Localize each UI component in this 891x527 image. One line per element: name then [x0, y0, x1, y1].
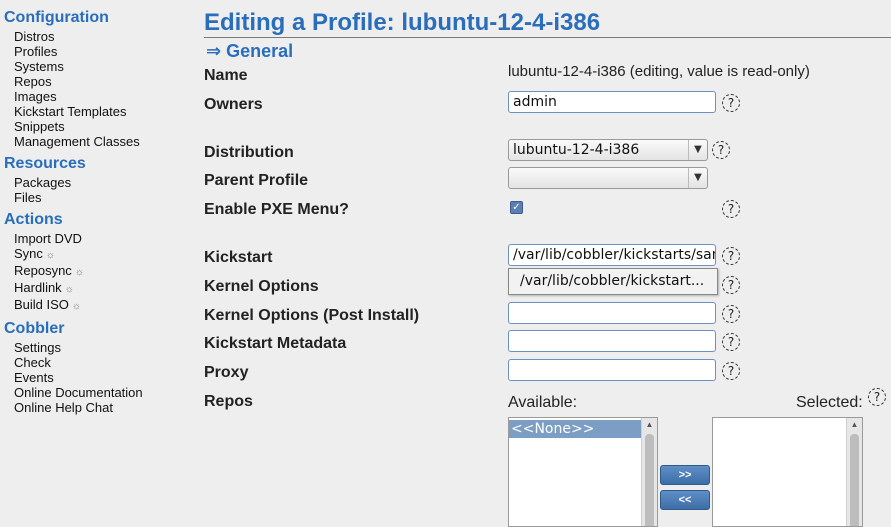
sidebar-section-configuration: Configuration Distros Profiles Systems R… — [4, 8, 194, 149]
kickstart-input[interactable]: /var/lib/cobbler/kickstarts/sample.seed — [508, 244, 716, 266]
name-label: Name — [204, 67, 248, 84]
repos-label: Repos — [204, 393, 253, 410]
gear-icon: ☼ — [64, 284, 74, 295]
help-icon[interactable]: ? — [722, 94, 740, 112]
dropdown-arrow-icon: ▼ — [688, 140, 707, 160]
help-icon[interactable]: ? — [722, 200, 740, 218]
help-icon[interactable]: ? — [722, 362, 740, 380]
sidebar-link-online-help-chat[interactable]: Online Help Chat — [14, 400, 194, 415]
sidebar-section-cobbler: Cobbler Settings Check Events Online Doc… — [4, 319, 194, 415]
sidebar-heading: Actions — [4, 211, 63, 228]
sidebar-link-import-dvd[interactable]: Import DVD — [14, 231, 194, 246]
help-icon[interactable]: ? — [722, 276, 740, 294]
sidebar-link-settings[interactable]: Settings — [14, 340, 194, 355]
kernel-options-label: Kernel Options — [204, 278, 319, 295]
gear-icon: ☼ — [45, 250, 56, 261]
sidebar-heading: Resources — [4, 155, 86, 172]
parent-profile-label: Parent Profile — [204, 172, 309, 189]
help-icon[interactable]: ? — [722, 305, 740, 323]
enable-pxe-checkbox[interactable]: ✓ — [510, 201, 523, 214]
sidebar-link-check[interactable]: Check — [14, 355, 194, 370]
proxy-label: Proxy — [204, 364, 249, 381]
scroll-up-icon[interactable]: ▲ — [642, 418, 657, 432]
sidebar-link-events[interactable]: Events — [14, 370, 194, 385]
sidebar-link-images[interactable]: Images — [14, 89, 194, 104]
sidebar-link-systems[interactable]: Systems — [14, 59, 194, 74]
section-toggle-general[interactable]: ⇒ General — [206, 40, 293, 62]
sidebar-link-sync[interactable]: Sync — [14, 246, 43, 261]
sidebar-item-sync: Sync ☼ — [14, 246, 194, 263]
kickstart-tooltip: /var/lib/cobbler/kickstart... — [508, 268, 718, 295]
list-option[interactable]: <<None>> — [509, 420, 641, 438]
scrollbar[interactable]: ▲ — [641, 418, 657, 526]
sidebar-item-reposync: Reposync ☼ — [14, 263, 194, 280]
sidebar-section-resources: Resources Packages Files — [4, 154, 194, 205]
help-icon[interactable]: ? — [722, 247, 740, 265]
sidebar-item-build-iso: Build ISO ☼ — [14, 297, 194, 314]
name-value: lubuntu-12-4-i386 (editing, value is rea… — [508, 63, 810, 80]
scrollbar-thumb[interactable] — [850, 434, 859, 526]
sidebar-link-build-iso[interactable]: Build ISO — [14, 297, 69, 312]
page-title: Editing a Profile: lubuntu-12-4-i386 — [204, 9, 601, 36]
help-icon[interactable]: ? — [868, 388, 886, 406]
distribution-selected-value: lubuntu-12-4-i386 — [513, 142, 640, 158]
main-content: Editing a Profile: lubuntu-12-4-i386 ⇒ G… — [204, 0, 891, 527]
sidebar-link-snippets[interactable]: Snippets — [14, 119, 194, 134]
gear-icon: ☼ — [71, 301, 82, 312]
scrollbar[interactable]: ▲ — [846, 418, 862, 526]
sidebar-item-hardlink: Hardlink ☼ — [14, 280, 194, 297]
distribution-label: Distribution — [204, 144, 294, 161]
available-repos-list[interactable]: <<None>> ▲ — [508, 417, 658, 527]
sidebar-link-packages[interactable]: Packages — [14, 175, 194, 190]
help-icon[interactable]: ? — [712, 141, 730, 159]
sidebar-link-repos[interactable]: Repos — [14, 74, 194, 89]
sidebar-link-management-classes[interactable]: Management Classes — [14, 134, 194, 149]
sidebar-link-kickstart-templates[interactable]: Kickstart Templates — [14, 104, 194, 119]
scroll-up-icon[interactable]: ▲ — [847, 418, 862, 432]
parent-profile-select[interactable]: ▼ — [508, 167, 708, 189]
kickstart-metadata-label: Kickstart Metadata — [204, 335, 347, 352]
proxy-input[interactable] — [508, 359, 716, 381]
sidebar-link-distros[interactable]: Distros — [14, 29, 194, 44]
sidebar-link-profiles[interactable]: Profiles — [14, 44, 194, 59]
sidebar: Configuration Distros Profiles Systems R… — [4, 8, 194, 420]
selected-label: Selected: — [796, 394, 863, 411]
kernel-options-post-input[interactable] — [508, 302, 716, 324]
scrollbar-thumb[interactable] — [645, 434, 654, 526]
kernel-options-post-label: Kernel Options (Post Install) — [204, 307, 420, 324]
sidebar-heading: Configuration — [4, 9, 109, 26]
owners-input[interactable]: admin — [508, 91, 716, 113]
title-divider — [204, 37, 891, 38]
add-repo-button[interactable]: >> — [660, 465, 710, 485]
help-icon[interactable]: ? — [722, 333, 740, 351]
remove-repo-button[interactable]: << — [660, 490, 710, 510]
sidebar-link-online-documentation[interactable]: Online Documentation — [14, 385, 194, 400]
gear-icon: ☼ — [74, 267, 84, 278]
sidebar-link-files[interactable]: Files — [14, 190, 194, 205]
sidebar-link-hardlink[interactable]: Hardlink — [14, 280, 62, 295]
enable-pxe-label: Enable PXE Menu? — [204, 201, 349, 218]
selected-repos-list[interactable]: ▲ — [712, 417, 863, 527]
owners-label: Owners — [204, 96, 263, 113]
distribution-select[interactable]: lubuntu-12-4-i386 ▼ — [508, 139, 708, 161]
kickstart-label: Kickstart — [204, 249, 273, 266]
dropdown-arrow-icon: ▼ — [688, 168, 707, 188]
kickstart-metadata-input[interactable] — [508, 330, 716, 352]
sidebar-heading: Cobbler — [4, 320, 65, 337]
sidebar-link-reposync[interactable]: Reposync — [14, 263, 72, 278]
available-label: Available: — [508, 394, 578, 411]
sidebar-section-actions: Actions Import DVD Sync ☼ Reposync ☼ Hardl… — [4, 210, 194, 314]
